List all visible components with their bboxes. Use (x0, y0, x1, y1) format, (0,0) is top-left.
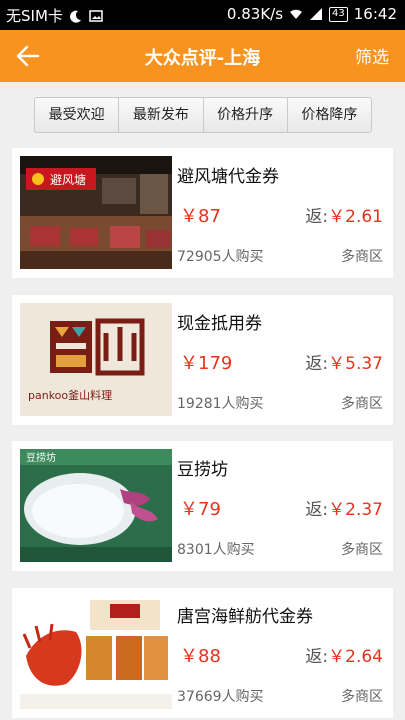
deal-name: 现金抵用券 (177, 314, 262, 334)
deal-card[interactable]: 避风塘 避风塘代金券 ￥87 返:￥2.61 72905人购买 多商区 (12, 148, 393, 278)
rebate-label: 返: (305, 354, 329, 374)
deal-area: 多商区 (341, 396, 383, 412)
status-bar: 无SIM卡 0.83K/s 43 16:42 (0, 0, 405, 30)
deal-rebate: 返:￥2.37 (305, 495, 383, 520)
deal-sold-count: 37669人购买 (177, 689, 264, 705)
tab-newest[interactable]: 最新发布 (119, 98, 204, 132)
deal-image-pankoo-logo: pankoo釜山料理 (20, 303, 172, 416)
rebate-value: ￥2.64 (328, 647, 383, 667)
rebate-label: 返: (305, 500, 329, 520)
deal-card[interactable]: 唐宫海鲜舫代金券 ￥88 返:￥2.64 37669人购买 多商区 (12, 588, 393, 718)
clock: 16:42 (353, 5, 397, 23)
deal-sold-count: 72905人购买 (177, 249, 264, 265)
deal-price: ￥88 (180, 646, 221, 667)
deal-logo-text: 避风塘 (50, 172, 86, 187)
battery-icon: 43 (329, 6, 348, 22)
wifi-icon (290, 9, 303, 19)
rebate-label: 返: (305, 647, 329, 667)
deal-sold-count: 8301人购买 (177, 542, 255, 558)
deal-logo-text: pankoo釜山料理 (28, 388, 112, 402)
tab-most-popular[interactable]: 最受欢迎 (35, 98, 120, 132)
sort-tabs: 最受欢迎 最新发布 价格升序 价格降序 (34, 97, 372, 133)
moon-icon (69, 10, 81, 23)
deal-price: ￥87 (180, 206, 221, 227)
deal-logo-text: 豆捞坊 (26, 451, 56, 464)
network-speed: 0.83K/s (226, 5, 284, 23)
deal-image-restaurant-interior: 避风塘 (20, 156, 172, 269)
deal-rebate: 返:￥5.37 (305, 349, 383, 374)
rebate-value: ￥2.61 (328, 207, 383, 227)
deal-image-tofu-dish: 豆捞坊 (20, 449, 172, 562)
deal-card[interactable]: 豆捞坊 豆捞坊 ￥79 返:￥2.37 8301人购买 多商区 (12, 441, 393, 571)
deal-rebate: 返:￥2.64 (305, 642, 383, 667)
tab-price-desc[interactable]: 价格降序 (288, 98, 371, 132)
deal-name: 避风塘代金券 (177, 167, 279, 187)
deal-rebate: 返:￥2.61 (305, 202, 383, 227)
rebate-value: ￥5.37 (328, 354, 383, 374)
signal-icon (310, 8, 323, 20)
deal-name: 唐宫海鲜舫代金券 (177, 607, 313, 627)
app-header: 大众点评-上海 筛选 (0, 30, 405, 82)
deal-area: 多商区 (341, 542, 383, 558)
deal-area: 多商区 (341, 249, 383, 265)
deal-sold-count: 19281人购买 (177, 396, 264, 412)
deal-price: ￥179 (180, 353, 233, 374)
deal-name: 豆捞坊 (177, 460, 228, 480)
deal-image-seafood (20, 596, 172, 709)
filter-button[interactable]: 筛选 (355, 43, 389, 68)
image-icon (89, 9, 103, 22)
deal-card[interactable]: pankoo釜山料理 现金抵用券 ￥179 返:￥5.37 19281人购买 多… (12, 295, 393, 425)
rebate-label: 返: (305, 207, 329, 227)
deal-price: ￥79 (180, 499, 221, 520)
page-title: 大众点评-上海 (144, 48, 261, 69)
rebate-value: ￥2.37 (328, 500, 383, 520)
deal-area: 多商区 (341, 689, 383, 705)
tab-price-asc[interactable]: 价格升序 (204, 98, 288, 132)
carrier-text: 无SIM卡 (6, 7, 63, 25)
